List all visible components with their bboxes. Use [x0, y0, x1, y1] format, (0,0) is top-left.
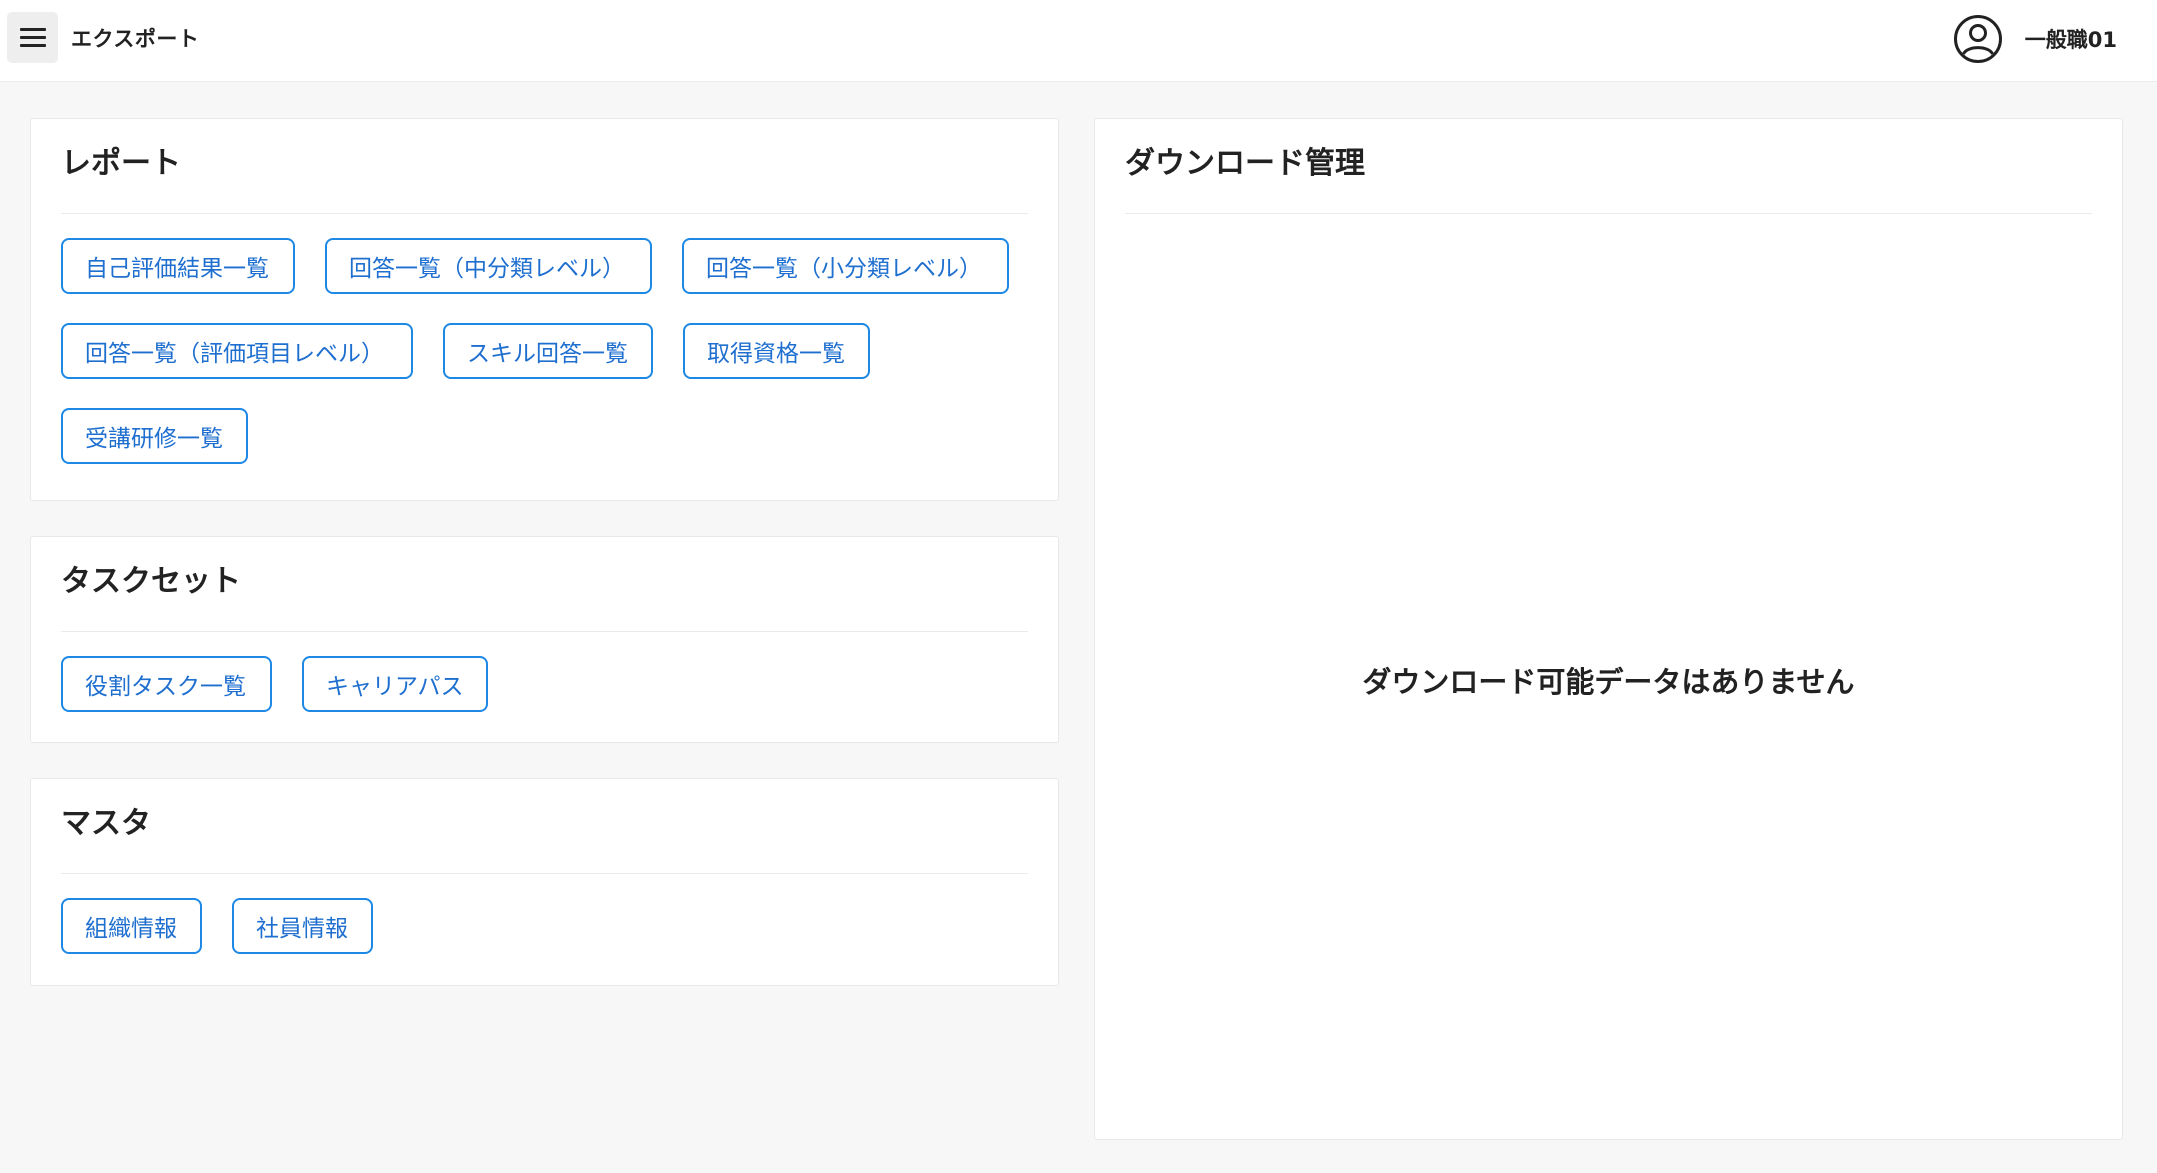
taskset-button-group: 役割タスク一覧 キャリアパス [61, 656, 1028, 712]
organization-info-button[interactable]: 組織情報 [61, 898, 202, 954]
answers-evaluation-item-button[interactable]: 回答一覧（評価項目レベル） [61, 323, 413, 379]
training-history-button[interactable]: 受講研修一覧 [61, 408, 248, 464]
taskset-card: タスクセット 役割タスク一覧 キャリアパス [30, 536, 1059, 743]
master-card: マスタ 組織情報 社員情報 [30, 778, 1059, 986]
report-section-title: レポート [61, 146, 181, 181]
report-card: レポート 自己評価結果一覧 回答一覧（中分類レベル） 回答一覧（小分類レベル） … [30, 118, 1059, 501]
master-section-title: マスタ [61, 806, 151, 841]
answers-small-category-button[interactable]: 回答一覧（小分類レベル） [682, 238, 1009, 294]
role-tasks-button[interactable]: 役割タスク一覧 [61, 656, 272, 712]
menu-button[interactable] [7, 12, 58, 63]
answers-middle-category-button[interactable]: 回答一覧（中分類レベル） [325, 238, 652, 294]
certifications-button[interactable]: 取得資格一覧 [683, 323, 870, 379]
account-circle-icon [1953, 15, 2002, 63]
taskset-section-title: タスクセット [61, 564, 241, 599]
divider [61, 873, 1028, 874]
download-card: ダウンロード管理 ダウンロード可能データはありません [1094, 118, 2123, 1140]
employee-info-button[interactable]: 社員情報 [232, 898, 373, 954]
self-evaluation-results-button[interactable]: 自己評価結果一覧 [61, 238, 295, 294]
report-button-group: 自己評価結果一覧 回答一覧（中分類レベル） 回答一覧（小分類レベル） 回答一覧（… [61, 238, 1028, 464]
divider [61, 631, 1028, 632]
divider [61, 213, 1028, 214]
download-section-title: ダウンロード管理 [1125, 146, 1365, 181]
hamburger-icon [19, 28, 46, 47]
divider [1125, 213, 2092, 214]
empty-state-message: ダウンロード可能データはありません [1362, 665, 1855, 699]
career-path-button[interactable]: キャリアパス [302, 656, 488, 712]
page-title: エクスポート [71, 27, 200, 51]
app-bar: エクスポート 一般職01 [0, 0, 2157, 82]
skill-answers-button[interactable]: スキル回答一覧 [443, 323, 653, 379]
user-menu[interactable]: 一般職01 [1953, 0, 2117, 78]
master-button-group: 組織情報 社員情報 [61, 898, 1028, 954]
user-name: 一般職01 [2024, 28, 2117, 52]
